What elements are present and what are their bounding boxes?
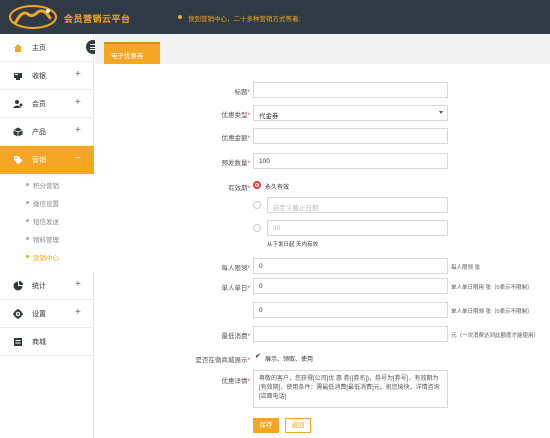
sidebar-item-label: 营销 [32,157,46,164]
details-label: 优惠详情* [221,378,250,385]
submenu-item-points[interactable]: 积分营销 [0,176,94,194]
collapse-icon[interactable]: − [75,153,81,164]
expand-icon[interactable]: + [75,307,81,318]
tab-bar: 电子优惠券 [95,34,550,64]
cash-register-icon [13,71,23,81]
submenu-item-materials[interactable]: 物料管理 [0,230,94,248]
custom-date-input[interactable]: 自定义截止日期 [267,197,448,213]
validity-label: 有效期* [227,185,250,192]
tab-label: 电子优惠券 [111,53,144,60]
expand-icon[interactable]: + [75,279,81,290]
show-in-mall-text: 展示、领取、使用 [265,357,314,363]
coupon-form: 标题* 优惠类型* 代金券 优惠金额* 预发数量* 100 有效期* 永久有效 … [95,64,550,438]
top-bar: 会员营销云平台 快到营销中心，二十多种营销方式等着: [0,0,550,34]
amount-input[interactable] [253,128,448,144]
sidebar-item-label: 设置 [32,311,46,318]
per-day-claim-input[interactable]: 0 [253,302,448,318]
validity-custom-date-radio[interactable] [253,201,261,209]
brand-logo[interactable] [8,4,58,30]
validity-permanent-text: 永久有效 [265,185,290,191]
submenu-item-sms[interactable]: 短信发送 [0,212,94,230]
title-label: 标题* [234,89,250,96]
gear-icon [13,309,23,319]
sidebar-item-label: 统计 [32,283,46,290]
validity-permanent-radio[interactable] [253,181,261,189]
sidebar-item-members[interactable]: 会员 + [0,90,94,118]
per-day-claim-hint: 单人单日限领 张（0表示不限制） [451,309,533,315]
min-spend-input[interactable] [253,326,448,342]
sidebar-item-label: 主页 [32,45,46,52]
validity-days-text: 从下发日起 天内有效 [267,242,319,248]
per-day-use-hint: 单人单日限用 张（0表示不限制） [451,285,533,291]
marketing-submenu: 积分营销 微信设置 短信发送 物料管理 营销中心 [0,176,94,272]
sidebar-item-marketing[interactable]: 营销 − [0,146,94,174]
members-icon [13,99,23,109]
sidebar-item-home[interactable]: 主页 [0,34,94,62]
daily-limit-label: 每人限领* [221,265,250,272]
expand-icon[interactable]: + [75,125,81,136]
sidebar-item-store[interactable]: 商城 [0,328,94,356]
coupon-type-select[interactable]: 代金券 [253,105,448,121]
save-button[interactable]: 保存 [253,418,279,433]
submenu-item-marketing-center[interactable]: 营销中心 [0,248,94,266]
details-textarea[interactable]: 尊敬的客户，您获得[公司]优 惠 券([券名])，券号为[券号]，有效期为[有效… [253,370,448,408]
coupon-type-value: 代金券 [259,113,279,120]
per-day-use-input[interactable]: 0 [253,278,448,294]
tab-e-coupon[interactable]: 电子优惠券 [104,42,160,64]
checkmark-icon: ✔ [255,353,261,360]
expand-icon[interactable]: + [75,97,81,108]
sidebar: 主页 收银 + 会员 + 产品 + 营销 − 积分营销 微信设置 短信发送 物料… [0,34,94,438]
validity-days-input[interactable]: 30 [267,220,448,236]
per-day-label: 单人单日* [221,285,250,292]
sidebar-item-label: 商城 [32,339,46,346]
box-icon [13,127,23,137]
sidebar-item-label: 会员 [32,101,46,108]
sidebar-item-stats[interactable]: 统计 + [0,272,94,300]
quantity-label: 预发数量* [221,160,250,167]
title-input[interactable] [253,82,448,98]
daily-limit-hint: 每人限领 张 [451,265,481,271]
quantity-input[interactable]: 100 [253,153,448,169]
show-in-mall-checkbox[interactable]: ✔ [255,352,261,360]
submenu-item-wechat[interactable]: 微信设置 [0,194,94,212]
sidebar-item-cashier[interactable]: 收银 + [0,62,94,90]
store-icon [13,337,23,347]
daily-limit-input[interactable]: 0 [253,258,448,274]
amount-label: 优惠金额* [221,135,250,142]
pie-chart-icon [13,281,23,291]
notice-dot-icon [178,15,182,19]
chevron-down-icon [439,111,443,114]
show-in-mall-label: 是否在微商城展示* [195,357,250,364]
sidebar-item-products[interactable]: 产品 + [0,118,94,146]
brand-title: 会员营销云平台 [64,14,131,24]
sidebar-item-label: 收银 [32,73,46,80]
notice-text: 快到营销中心，二十多种营销方式等着: [188,16,301,23]
home-icon [13,43,23,53]
back-button[interactable]: 返回 [285,418,311,433]
validity-days-radio[interactable] [253,224,261,232]
sidebar-item-settings[interactable]: 设置 + [0,300,94,328]
coupon-type-label: 优惠类型* [221,112,250,119]
tag-icon [13,155,23,165]
sidebar-item-label: 产品 [32,129,46,136]
expand-icon[interactable]: + [75,69,81,80]
min-spend-label: 最低消费* [221,333,250,340]
min-spend-hint: 元（一次消费达到此额度才能使用） [451,333,540,339]
